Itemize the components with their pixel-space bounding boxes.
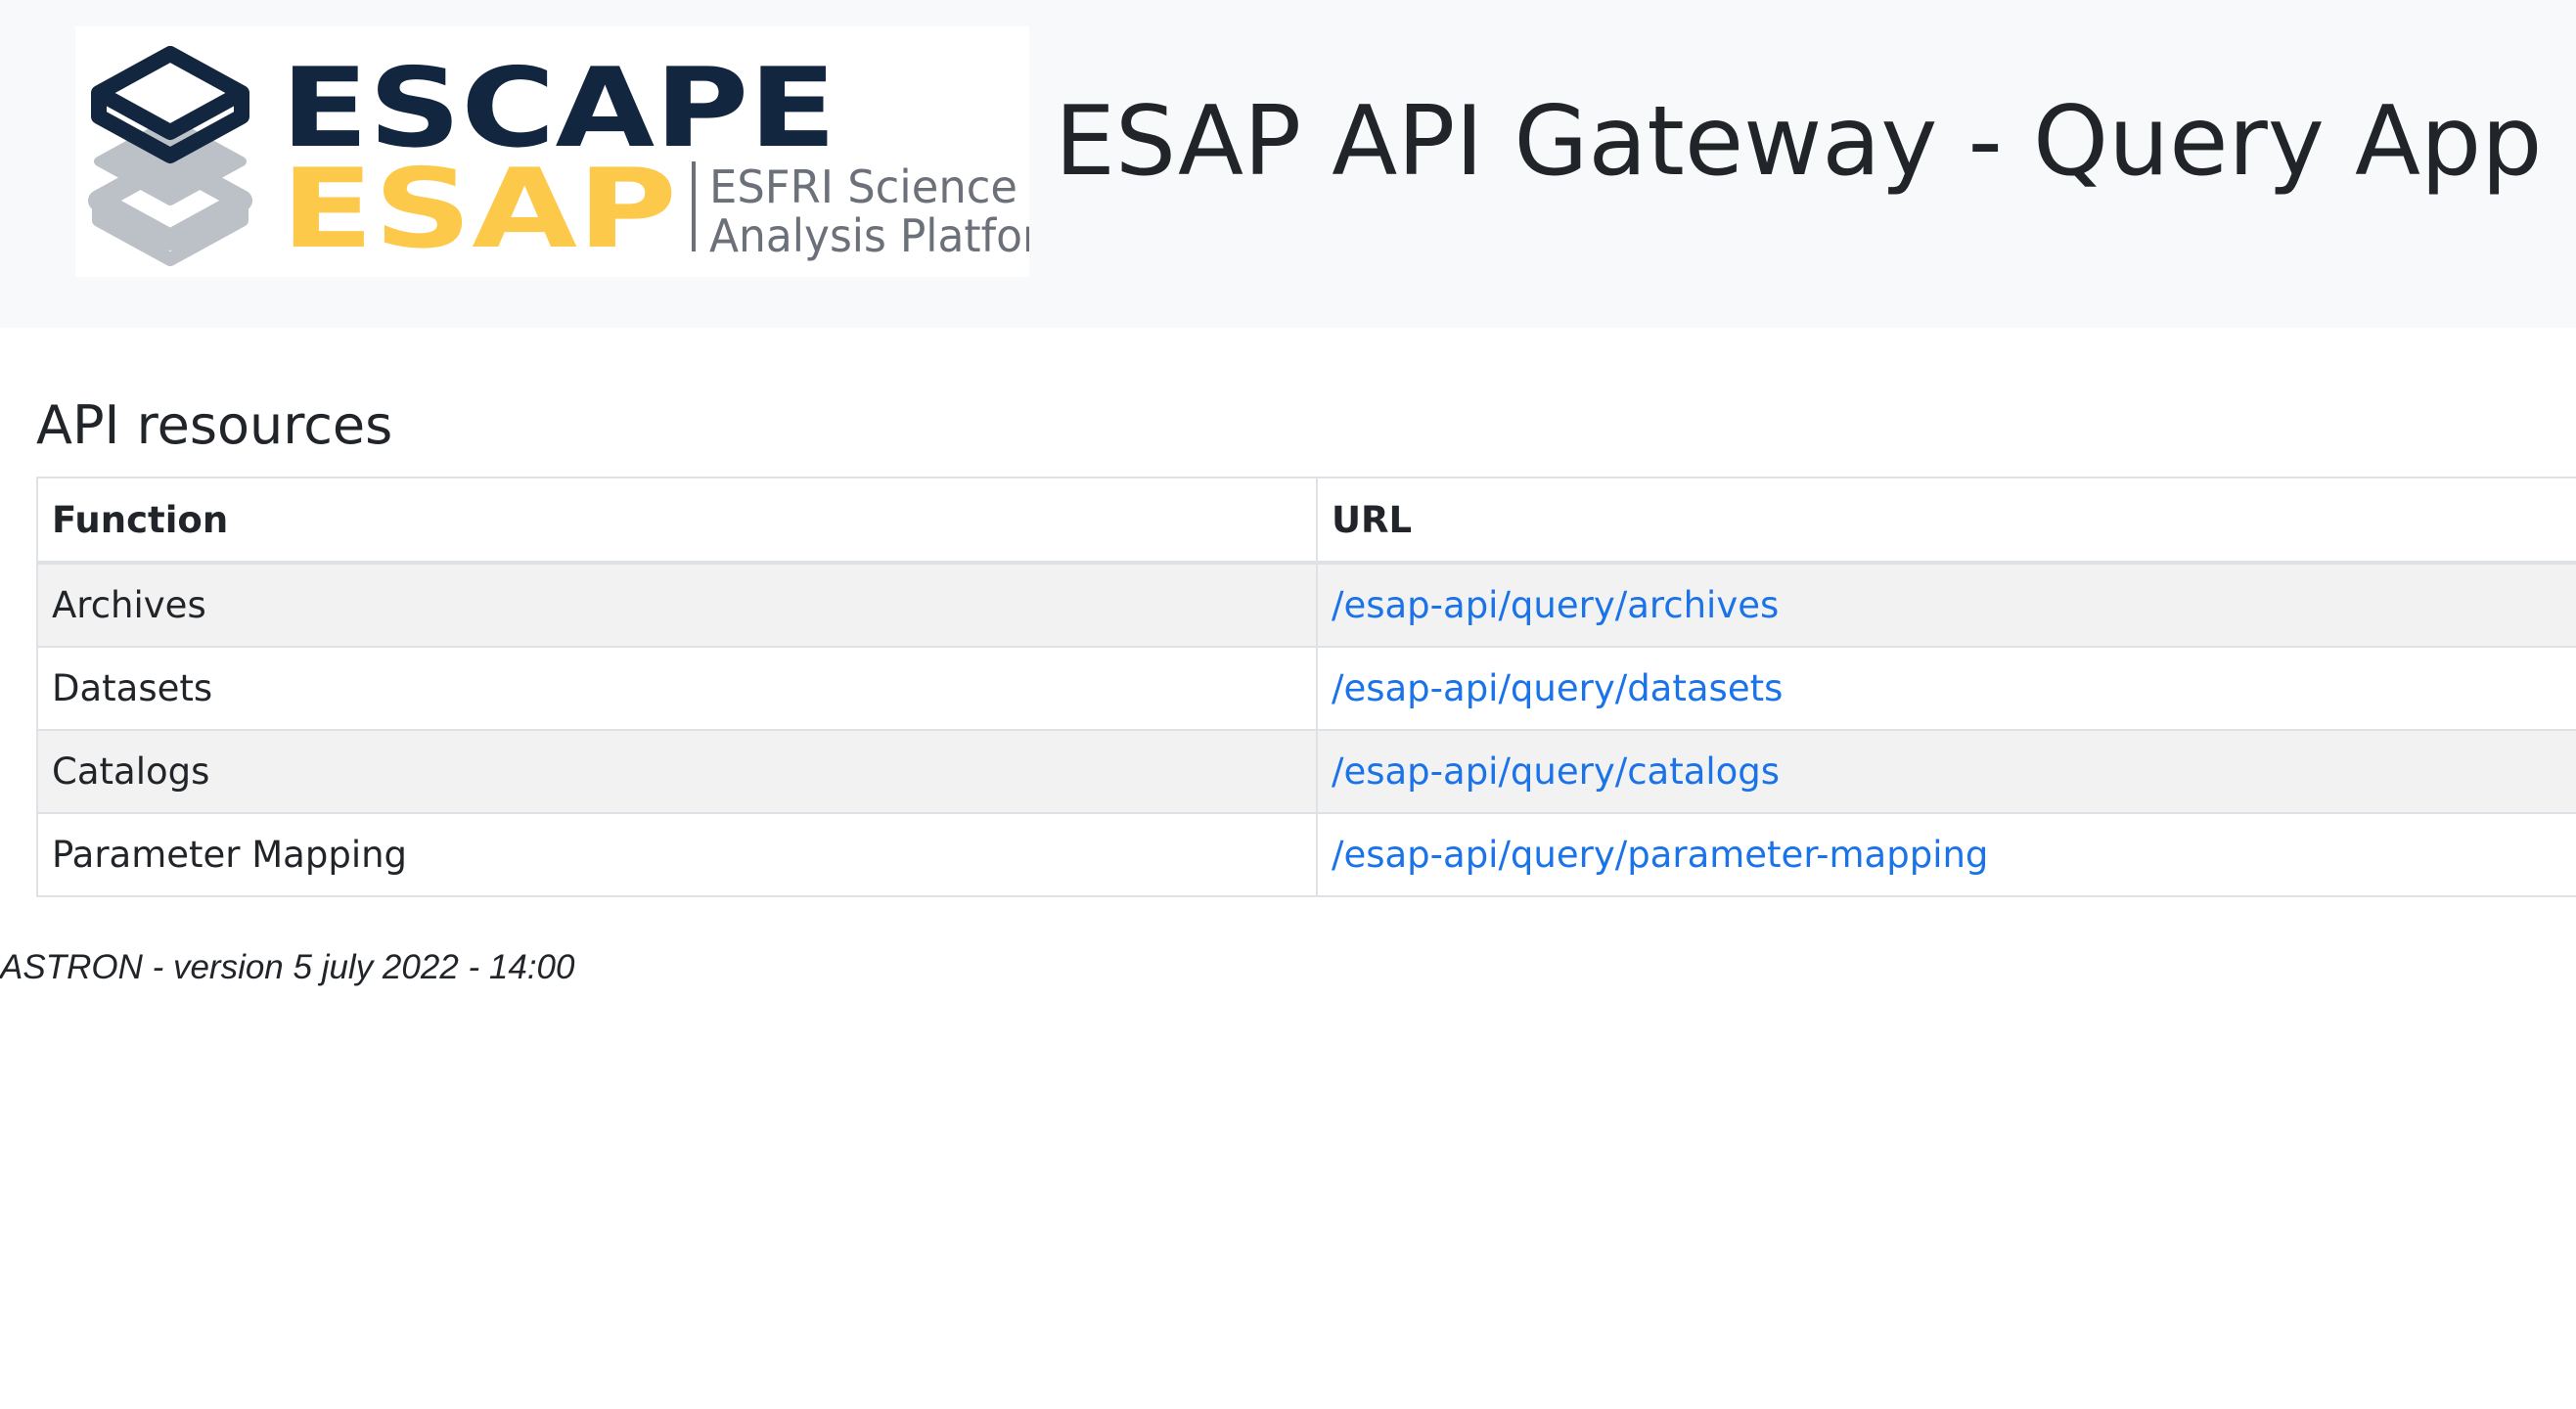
parameter-mapping-link[interactable]: /esap-api/query/parameter-mapping: [1332, 834, 1988, 876]
table-row: Parameter Mapping /esap-api/query/parame…: [36, 812, 2576, 897]
logo-brand-bottom: ESAP: [281, 146, 677, 273]
escape-esap-logo: ESCAPE ESAP ESFRI Science Analysis Platf…: [75, 26, 1029, 277]
catalogs-link[interactable]: /esap-api/query/catalogs: [1332, 750, 1780, 793]
logo-separator: [692, 161, 696, 251]
column-header-function: Function: [36, 477, 1318, 565]
function-cell: Catalogs: [36, 729, 1318, 814]
function-cell: Parameter Mapping: [36, 812, 1318, 897]
archives-link[interactable]: /esap-api/query/archives: [1332, 584, 1779, 626]
layers-icon: [88, 46, 252, 266]
url-cell: /esap-api/query/parameter-mapping: [1316, 812, 2576, 897]
table-row: Datasets /esap-api/query/datasets: [36, 646, 2576, 731]
column-header-url: URL: [1316, 477, 2576, 565]
section-title: API resources: [36, 394, 393, 456]
api-resources-table: Function URL Archives /esap-api/query/ar…: [36, 477, 2576, 897]
logo-graphic: ESCAPE ESAP ESFRI Science Analysis Platf…: [88, 45, 1029, 273]
version-footer: ASTRON - version 5 july 2022 - 14:00: [0, 948, 575, 986]
datasets-link[interactable]: /esap-api/query/datasets: [1332, 667, 1783, 709]
logo-tagline-line2: Analysis Platform: [709, 209, 1029, 262]
url-cell: /esap-api/query/archives: [1316, 562, 2576, 648]
logo-tagline-line1: ESFRI Science: [709, 160, 1017, 213]
url-cell: /esap-api/query/catalogs: [1316, 729, 2576, 814]
url-cell: /esap-api/query/datasets: [1316, 646, 2576, 731]
table-header-row: Function URL: [36, 477, 2576, 565]
function-cell: Archives: [36, 562, 1318, 648]
function-cell: Datasets: [36, 646, 1318, 731]
page-header: ESCAPE ESAP ESFRI Science Analysis Platf…: [0, 0, 2576, 328]
table-row: Catalogs /esap-api/query/catalogs: [36, 729, 2576, 814]
page-title: ESAP API Gateway - Query App: [1055, 86, 2543, 198]
table-row: Archives /esap-api/query/archives: [36, 562, 2576, 648]
